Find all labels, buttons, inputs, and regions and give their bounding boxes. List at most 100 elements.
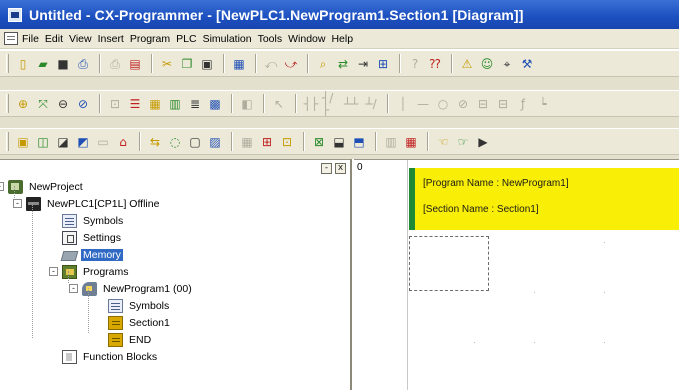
comments-icon[interactable]: ☰ bbox=[126, 95, 144, 113]
contact-no-icon[interactable]: ┤├ bbox=[302, 95, 320, 113]
forward-icon[interactable]: ☞ bbox=[454, 133, 472, 151]
tree-item[interactable]: - NewPLC1[CP1L] Offline bbox=[13, 195, 161, 212]
window-icon[interactable]: ◧ bbox=[238, 95, 256, 113]
back-icon[interactable]: ☜ bbox=[434, 133, 452, 151]
contact-or-icon[interactable]: ┴┴ bbox=[342, 95, 360, 113]
program-mode-icon[interactable]: ▦ bbox=[238, 133, 256, 151]
properties-icon[interactable]: ▭ bbox=[94, 133, 112, 151]
collapse-toggle-icon[interactable]: - bbox=[0, 182, 4, 191]
address-ref-icon[interactable]: ◩ bbox=[74, 133, 92, 151]
menu-help[interactable]: Help bbox=[331, 33, 359, 45]
compile-icon[interactable]: ▥ bbox=[382, 133, 400, 151]
open-folder-icon[interactable]: ▰ bbox=[34, 55, 52, 73]
toolbar-grip[interactable] bbox=[6, 54, 9, 73]
menu-view[interactable]: View bbox=[69, 33, 98, 45]
grid-toggle-icon[interactable]: ⊡ bbox=[106, 95, 124, 113]
watch-window-icon[interactable]: ◪ bbox=[54, 133, 72, 151]
tree-item[interactable]: - Programs bbox=[49, 263, 131, 280]
coil-icon[interactable]: ○ bbox=[434, 95, 452, 113]
menu-tools[interactable]: Tools bbox=[258, 33, 289, 45]
binoculars-icon[interactable]: ⌖ bbox=[498, 55, 516, 73]
tree-item[interactable]: Settings bbox=[62, 229, 123, 246]
undo-icon[interactable]: ▦ bbox=[230, 55, 248, 73]
tree-item[interactable]: Function Blocks bbox=[62, 348, 159, 365]
run-mode-icon[interactable]: ⊞ bbox=[258, 133, 276, 151]
tree-item[interactable]: Symbols bbox=[108, 297, 171, 314]
contact-ornc-icon[interactable]: ┴/ bbox=[362, 95, 380, 113]
menu-window[interactable]: Window bbox=[288, 33, 331, 45]
monitor-mode-icon[interactable]: ⊡ bbox=[278, 133, 296, 151]
redo2-icon[interactable]: ⤻ bbox=[282, 55, 300, 73]
mnemonic-icon[interactable]: ≣ bbox=[186, 95, 204, 113]
user-icon[interactable]: ☺ bbox=[478, 55, 496, 73]
contact-nc-icon[interactable]: ┤/├ bbox=[322, 92, 340, 116]
redo-icon[interactable]: ⤺ bbox=[262, 55, 280, 73]
project-workspace-icon[interactable]: ▣ bbox=[14, 133, 32, 151]
transfer-from-icon[interactable]: ⬓ bbox=[330, 133, 348, 151]
preview-icon[interactable]: ▤ bbox=[126, 55, 144, 73]
cross-ref-icon[interactable]: ⌂ bbox=[114, 133, 132, 151]
output-window-icon[interactable]: ◫ bbox=[34, 133, 52, 151]
zoom-icon[interactable]: ⊞ bbox=[374, 55, 392, 73]
document-icon[interactable] bbox=[4, 32, 18, 45]
replace-icon[interactable]: ⇄ bbox=[334, 55, 352, 73]
zoom-in-icon[interactable]: ⊕ bbox=[14, 95, 32, 113]
print-preview-icon[interactable]: ⎙ bbox=[74, 55, 92, 73]
toolbar-grip[interactable] bbox=[6, 132, 9, 151]
diff-icon[interactable]: ▢ bbox=[186, 133, 204, 151]
warning-icon[interactable]: ⚠ bbox=[458, 55, 476, 73]
tree-item[interactable]: Symbols bbox=[62, 212, 125, 229]
menu-file[interactable]: File bbox=[22, 33, 45, 45]
tree-item[interactable]: Memory bbox=[60, 246, 123, 263]
close-pane-button[interactable]: x bbox=[335, 163, 346, 174]
menu-program[interactable]: Program bbox=[130, 33, 176, 45]
paste-icon[interactable]: ▣ bbox=[198, 55, 216, 73]
collapse-toggle-icon[interactable]: - bbox=[69, 284, 78, 293]
diagram-icon[interactable]: ▩ bbox=[206, 95, 224, 113]
monitoring-icon[interactable]: ◌ bbox=[166, 133, 184, 151]
instruction2-icon[interactable]: ⊟ bbox=[494, 95, 512, 113]
function-block-icon[interactable]: ┕ bbox=[534, 95, 552, 113]
ladder-diagram[interactable]: 0 [Program Name : NewProgram1] [Section … bbox=[354, 159, 679, 390]
tree-item[interactable]: END bbox=[108, 331, 153, 348]
zoom-small-icon[interactable]: ⊘ bbox=[74, 95, 92, 113]
print-icon[interactable]: ⎙ bbox=[106, 55, 124, 73]
cut-icon[interactable]: ✂ bbox=[158, 55, 176, 73]
menu-simulation[interactable]: Simulation bbox=[203, 33, 258, 45]
monitor-icon[interactable]: ▥ bbox=[166, 95, 184, 113]
instruction-icon[interactable]: ⊟ bbox=[474, 95, 492, 113]
jump-icon[interactable]: ⇥ bbox=[354, 55, 372, 73]
online-icon[interactable]: ⇆ bbox=[146, 133, 164, 151]
line-h-icon[interactable]: — bbox=[414, 95, 432, 113]
copy-icon[interactable]: ❐ bbox=[178, 55, 196, 73]
rung-comments-icon[interactable]: ▦ bbox=[146, 95, 164, 113]
select-icon[interactable]: ↖ bbox=[270, 95, 288, 113]
coil-nc-icon[interactable]: ⊘ bbox=[454, 95, 472, 113]
compare-plc-icon[interactable]: ⬒ bbox=[350, 133, 368, 151]
program-header-rung[interactable]: [Program Name : NewProgram1] [Section Na… bbox=[409, 168, 679, 230]
transfer-to-icon[interactable]: ⊠ bbox=[310, 133, 328, 151]
tools-icon[interactable]: ⚒ bbox=[518, 55, 536, 73]
collapse-toggle-icon[interactable]: - bbox=[49, 267, 58, 276]
diagram-cursor[interactable] bbox=[409, 236, 489, 291]
function-icon[interactable]: ƒ bbox=[514, 95, 532, 113]
new-file-icon[interactable]: ▯ bbox=[14, 55, 32, 73]
menu-edit[interactable]: Edit bbox=[45, 33, 69, 45]
save-icon[interactable]: ■ bbox=[54, 55, 72, 73]
tree-item[interactable]: Section1 bbox=[108, 314, 172, 331]
toolbar-grip[interactable] bbox=[6, 94, 9, 113]
menu-plc[interactable]: PLC bbox=[176, 33, 202, 45]
play-icon[interactable]: ▶ bbox=[474, 133, 492, 151]
help-icon[interactable]: ? bbox=[406, 55, 424, 73]
find-icon[interactable]: ⌕ bbox=[314, 55, 332, 73]
zoom-fit-icon[interactable]: ⤧ bbox=[34, 95, 52, 113]
zoom-out-icon[interactable]: ⊖ bbox=[54, 95, 72, 113]
collapse-toggle-icon[interactable]: - bbox=[13, 199, 22, 208]
minimize-pane-button[interactable]: - bbox=[321, 163, 332, 174]
tree-item[interactable]: - NewProject bbox=[0, 178, 85, 195]
compile-all-icon[interactable]: ▦ bbox=[402, 133, 420, 151]
menu-insert[interactable]: Insert bbox=[98, 33, 130, 45]
context-help-icon[interactable]: ⁇ bbox=[426, 55, 444, 73]
line-v-icon[interactable]: │ bbox=[394, 95, 412, 113]
compare-icon[interactable]: ▨ bbox=[206, 133, 224, 151]
